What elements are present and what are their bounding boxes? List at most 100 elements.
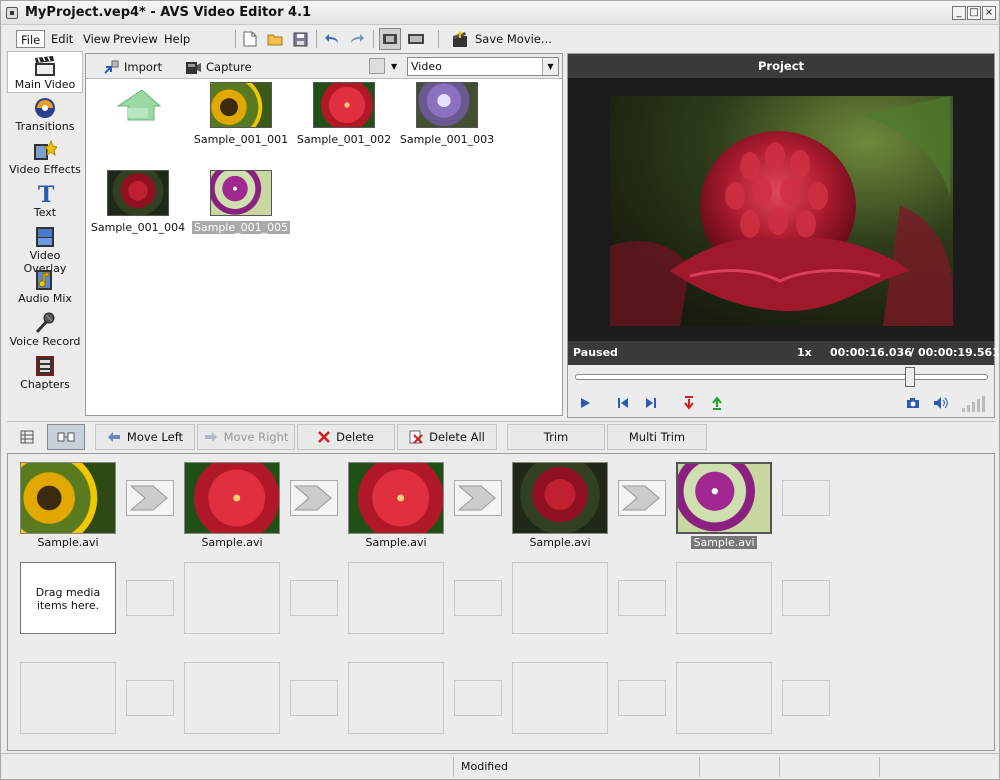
view-mode-dropdown-arrow[interactable]: ▼ xyxy=(391,62,397,71)
storyboard-clip[interactable] xyxy=(512,462,608,534)
transition-slot[interactable] xyxy=(290,480,338,516)
playback-slider-knob[interactable] xyxy=(905,367,915,387)
media-thumbnail[interactable]: Sample_001_003 xyxy=(397,82,497,146)
thumbnail-torch-ginger xyxy=(107,170,169,216)
empty-transition-slot xyxy=(290,580,338,616)
menu-edit[interactable]: Edit xyxy=(47,30,77,48)
clip-thumbnail xyxy=(513,463,607,533)
timeline-view-button[interactable] xyxy=(11,424,43,450)
minimize-button[interactable]: _ xyxy=(952,6,966,20)
media-type-select[interactable]: Video ▼ xyxy=(407,57,559,76)
sidebar-item-audio-mix[interactable]: Audio Mix xyxy=(7,266,83,308)
app-icon[interactable] xyxy=(6,7,18,19)
trim-button[interactable]: Trim xyxy=(507,424,605,450)
camera-icon xyxy=(186,62,201,74)
chevron-down-icon[interactable]: ▼ xyxy=(542,58,558,75)
delete-all-button[interactable]: Delete All xyxy=(397,424,497,450)
window-title: MyProject.vep4* - AVS Video Editor 4.1 xyxy=(25,5,312,20)
clip-label: Sample.avi xyxy=(512,536,608,549)
undo-button[interactable] xyxy=(321,28,343,50)
media-browser: Import Capture ▼ Video ▼ Sample_001_001 … xyxy=(85,53,563,416)
mark-out-button[interactable] xyxy=(708,394,726,412)
aspect-4-3-button[interactable] xyxy=(379,28,401,50)
toolbar-separator xyxy=(373,30,374,48)
empty-transition-slot xyxy=(618,580,666,616)
empty-transition-slot xyxy=(454,680,502,716)
empty-clip-slot xyxy=(512,662,608,734)
close-button[interactable]: × xyxy=(982,6,996,20)
sidebar-item-chapters[interactable]: Chapters xyxy=(7,352,83,394)
media-thumbnail-selected[interactable]: Sample_001_005 xyxy=(191,170,291,234)
app-window: MyProject.vep4* - AVS Video Editor 4.1 _… xyxy=(0,0,1000,780)
transition-slot[interactable] xyxy=(618,480,666,516)
save-movie-button[interactable]: Save Movie... xyxy=(451,27,561,51)
media-thumbnail[interactable]: Sample_001_002 xyxy=(294,82,394,146)
status-cell xyxy=(699,757,779,777)
drag-hint: Drag media items here. xyxy=(35,586,101,612)
playback-speed: 1x xyxy=(797,346,812,359)
new-file-icon xyxy=(243,31,257,47)
storyboard-clip[interactable] xyxy=(184,462,280,534)
aspect-16-9-button[interactable] xyxy=(405,28,427,50)
sidebar-item-text[interactable]: T Text xyxy=(7,180,83,222)
delete-button[interactable]: Delete xyxy=(297,424,395,450)
clip-thumbnail xyxy=(678,464,770,532)
media-filename: Sample_001_002 xyxy=(296,133,392,146)
drop-target[interactable]: Drag media items here. xyxy=(20,562,116,634)
clip-filename: Sample.avi xyxy=(37,536,99,549)
up-folder-button[interactable] xyxy=(114,84,162,126)
maximize-button[interactable]: □ xyxy=(967,6,981,20)
next-frame-button[interactable] xyxy=(642,394,660,412)
media-thumbnail[interactable]: Sample_001_004 xyxy=(88,170,188,234)
sidebar-item-video-effects[interactable]: Video Effects xyxy=(7,137,83,179)
current-time: 00:00:16.036 xyxy=(830,346,912,359)
playback-slider[interactable] xyxy=(575,367,988,387)
transition-slot[interactable] xyxy=(126,480,174,516)
volume-level[interactable] xyxy=(960,394,990,412)
sidebar-item-video-overlay[interactable]: Video Overlay xyxy=(7,223,83,275)
view-mode-toggle[interactable] xyxy=(369,58,385,74)
menu-file[interactable]: File xyxy=(16,30,46,48)
empty-clip-slot xyxy=(20,662,116,734)
menu-help[interactable]: Help xyxy=(160,30,194,48)
clip-filename: Sample.avi xyxy=(529,536,591,549)
clip-filename: Sample.avi xyxy=(691,536,757,549)
sidebar-item-transitions[interactable]: Transitions xyxy=(7,94,83,136)
save-movie-icon xyxy=(453,31,467,47)
menu-preview[interactable]: Preview xyxy=(109,30,162,48)
preview-status-bar: Paused 1x 00:00:16.036 / 00:00:19.561 xyxy=(568,341,1000,365)
volume-button[interactable] xyxy=(932,394,950,412)
save-project-button[interactable] xyxy=(289,28,311,50)
capture-button[interactable]: Capture xyxy=(185,57,252,77)
transition-slot[interactable] xyxy=(454,480,502,516)
storyboard-view-icon xyxy=(57,432,75,442)
import-button[interactable]: Import xyxy=(103,57,162,77)
redo-button[interactable] xyxy=(346,28,368,50)
storyboard-view-button[interactable] xyxy=(47,424,85,450)
storyboard-clip-selected[interactable] xyxy=(676,462,772,534)
move-right-button[interactable]: Move Right xyxy=(197,424,295,450)
move-left-button[interactable]: Move Left xyxy=(95,424,195,450)
sidebar-item-main-video[interactable]: Main Video xyxy=(7,51,83,93)
storyboard-clip[interactable] xyxy=(20,462,116,534)
storyboard-clip[interactable] xyxy=(348,462,444,534)
media-filename: Sample_001_001 xyxy=(193,133,289,146)
preview-video-frame xyxy=(610,96,953,326)
media-thumbnail[interactable]: Sample_001_001 xyxy=(191,82,291,146)
thumbnail-red-flower xyxy=(313,82,375,128)
delete-icon xyxy=(318,431,330,443)
thumbnail-purple-orchid xyxy=(210,170,272,216)
empty-clip-slot xyxy=(184,662,280,734)
snapshot-button[interactable] xyxy=(904,394,922,412)
sidebar-item-voice-record[interactable]: Voice Record xyxy=(7,309,83,351)
preview-header: Project xyxy=(568,54,994,78)
new-project-button[interactable] xyxy=(239,28,261,50)
sidebar-item-label: Audio Mix xyxy=(18,292,72,305)
empty-clip-slot xyxy=(676,562,772,634)
undo-icon xyxy=(325,34,338,43)
multi-trim-button[interactable]: Multi Trim xyxy=(607,424,707,450)
previous-frame-button[interactable] xyxy=(614,394,632,412)
play-button[interactable] xyxy=(576,394,594,412)
open-project-button[interactable] xyxy=(264,28,286,50)
mark-in-button[interactable] xyxy=(680,394,698,412)
